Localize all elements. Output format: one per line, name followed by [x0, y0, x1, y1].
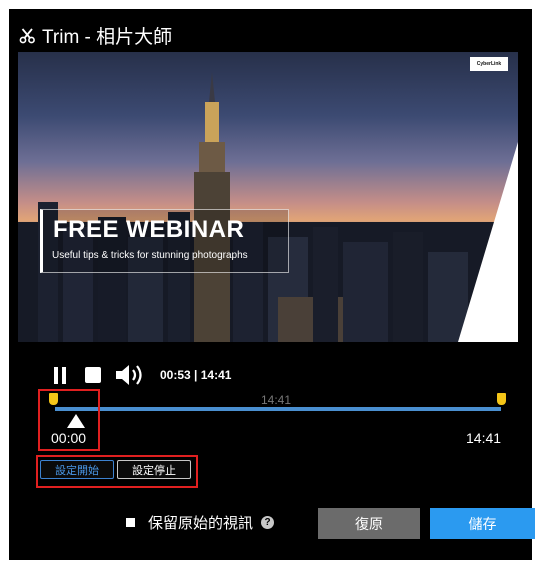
speaker-icon: [116, 365, 142, 385]
highlight-start-marker: [38, 389, 100, 451]
city-skyline-image: [18, 72, 518, 342]
webinar-banner: FREE WEBINAR Useful tips & tricks for st…: [40, 209, 289, 273]
help-icon[interactable]: ?: [261, 515, 275, 529]
brand-logo: CyberLink: [470, 57, 508, 71]
save-button[interactable]: 儲存: [430, 508, 535, 539]
pause-button[interactable]: [52, 366, 68, 384]
total-time: 14:41: [200, 368, 232, 382]
scissors-icon: [19, 27, 35, 43]
time-readout: 00:53 | 14:41: [160, 368, 231, 382]
window-title: Trim - 相片大師: [42, 26, 173, 48]
webinar-heading: FREE WEBINAR: [53, 216, 245, 243]
highlight-trim-buttons: [36, 455, 198, 488]
stop-icon: [85, 367, 101, 383]
video-preview[interactable]: CyberLink FREE WEBINAR Useful tips & tri…: [18, 52, 518, 342]
keep-original-label: 保留原始的視訊: [148, 514, 254, 532]
time-separator: |: [190, 368, 201, 382]
pause-icon: [54, 366, 66, 384]
keep-original-option[interactable]: 保留原始的視訊 ?: [126, 512, 275, 532]
end-time-label: 14:41: [466, 430, 502, 446]
trim-timeline[interactable]: [55, 407, 501, 411]
stop-button[interactable]: [84, 366, 102, 384]
webinar-subheading: Useful tips & tricks for stunning photog…: [52, 250, 248, 261]
current-time: 00:53: [160, 368, 191, 382]
title-bar: Trim - 相片大師: [19, 22, 172, 48]
volume-button[interactable]: [116, 364, 146, 386]
keep-original-checkbox[interactable]: [126, 517, 135, 527]
timeline-duration: 14:41: [261, 393, 292, 407]
playback-controls: 00:53 | 14:41: [52, 361, 231, 389]
reset-button[interactable]: 復原: [318, 508, 420, 539]
trim-dialog: Trim - 相片大師 CyberLink FREE WEBINAR Usefu…: [9, 9, 535, 560]
trim-end-handle[interactable]: [497, 393, 506, 405]
